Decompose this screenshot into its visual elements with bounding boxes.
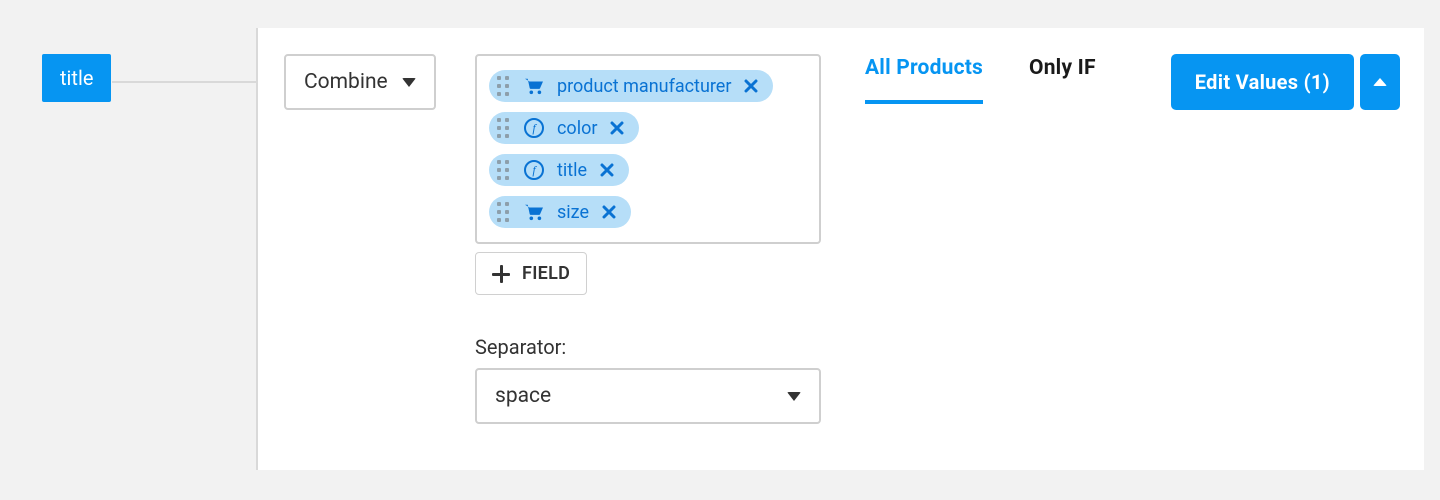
edit-values-label: Edit Values (1) xyxy=(1195,70,1330,94)
caret-down-icon xyxy=(402,78,416,87)
remove-field-button[interactable] xyxy=(743,78,759,94)
connector-line xyxy=(112,81,257,83)
separator-value: space xyxy=(495,384,551,408)
fields-container: product manufacturer f color f xyxy=(475,54,821,244)
field-chip-label: title xyxy=(557,160,587,181)
drag-handle-icon[interactable] xyxy=(497,202,509,222)
function-icon: f xyxy=(523,117,545,139)
rule-panel: Combine product manufacturer f color xyxy=(256,28,1424,470)
collapse-button[interactable] xyxy=(1360,54,1400,110)
edit-values-button[interactable]: Edit Values (1) xyxy=(1171,54,1354,110)
tab-all-products[interactable]: All Products xyxy=(865,56,983,104)
field-chip[interactable]: product manufacturer xyxy=(489,70,773,102)
caret-down-icon xyxy=(787,392,801,401)
field-chip-label: size xyxy=(557,202,589,223)
field-chip-label: color xyxy=(557,118,597,139)
add-field-label: FIELD xyxy=(522,263,570,284)
tab-only-if[interactable]: Only IF xyxy=(1029,56,1096,100)
separator-label: Separator: xyxy=(475,335,566,359)
drag-handle-icon[interactable] xyxy=(497,76,509,96)
remove-field-button[interactable] xyxy=(609,120,625,136)
field-chip-label: product manufacturer xyxy=(557,76,731,97)
remove-field-button[interactable] xyxy=(599,162,615,178)
tab-label: Only IF xyxy=(1029,56,1096,80)
field-tag-title[interactable]: title xyxy=(42,54,111,102)
remove-field-button[interactable] xyxy=(601,204,617,220)
plus-icon xyxy=(492,265,510,283)
add-field-button[interactable]: FIELD xyxy=(475,252,587,295)
svg-text:f: f xyxy=(532,121,537,135)
separator-select[interactable]: space xyxy=(475,368,821,424)
field-chip[interactable]: f title xyxy=(489,154,629,186)
field-chip[interactable]: size xyxy=(489,196,631,228)
scope-tabs: All Products Only IF xyxy=(865,56,1096,104)
function-icon: f xyxy=(523,159,545,181)
operation-select-label: Combine xyxy=(304,70,388,94)
svg-text:f: f xyxy=(532,163,537,177)
drag-handle-icon[interactable] xyxy=(497,118,509,138)
cart-icon xyxy=(523,75,545,97)
caret-up-icon xyxy=(1373,78,1387,86)
cart-icon xyxy=(523,201,545,223)
drag-handle-icon[interactable] xyxy=(497,160,509,180)
operation-select[interactable]: Combine xyxy=(284,54,436,110)
field-tag-label: title xyxy=(60,66,93,90)
field-chip[interactable]: f color xyxy=(489,112,639,144)
tab-label: All Products xyxy=(865,56,983,80)
